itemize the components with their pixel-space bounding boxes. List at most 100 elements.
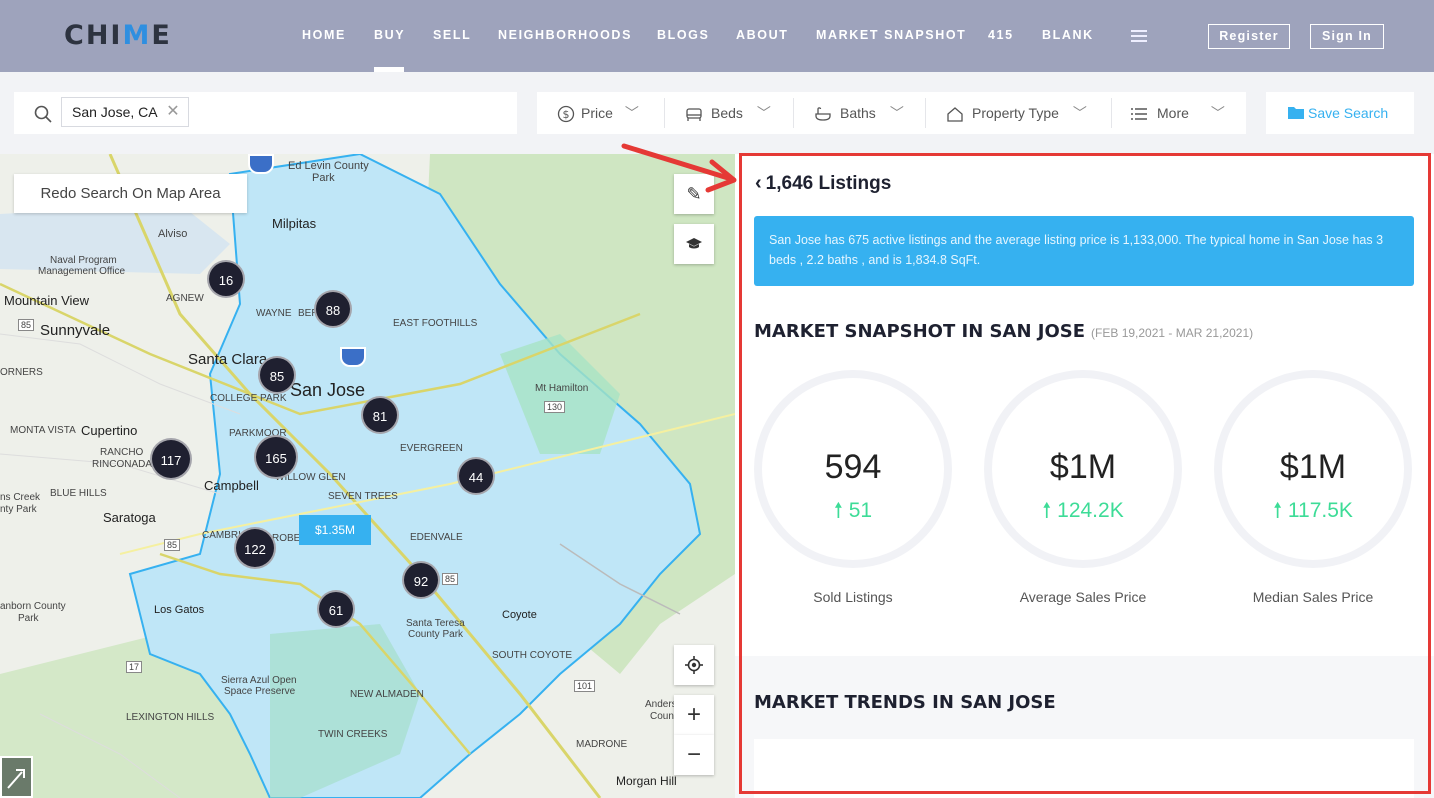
map-label: SEVEN TREES xyxy=(328,491,398,502)
layers-icon[interactable] xyxy=(674,224,714,264)
listing-cluster[interactable]: 81 xyxy=(361,396,399,434)
highway-shield: 85 xyxy=(18,319,35,331)
register-button[interactable]: Register xyxy=(1208,24,1290,49)
home-icon xyxy=(947,107,963,122)
zoom-in-button[interactable]: + xyxy=(674,695,714,735)
location-search-box[interactable]: San Jose, CA ✕ xyxy=(14,92,517,134)
map-label: Campbell xyxy=(204,478,259,493)
nav-neighborhoods[interactable]: NEIGHBORHOODS xyxy=(498,28,632,42)
location-chip[interactable]: San Jose, CA ✕ xyxy=(61,97,189,127)
arrow-up-icon: 🠕 xyxy=(1042,499,1052,522)
market-trends-heading: MARKET TRENDS IN SAN JOSE xyxy=(754,692,1056,713)
listing-panel: ‹ 1,646 Listings San Jose has 675 active … xyxy=(735,154,1434,798)
map-label: Alviso xyxy=(158,228,188,240)
map-label: Saratoga xyxy=(103,510,156,525)
listing-cluster[interactable]: 16 xyxy=(207,260,245,298)
listing-cluster[interactable]: 61 xyxy=(317,590,355,628)
back-to-listings[interactable]: ‹ 1,646 Listings xyxy=(755,172,891,195)
stat-value: 594 xyxy=(824,448,882,486)
map-label: COLLEGE PARK xyxy=(210,393,287,404)
annotation-arrow-icon xyxy=(621,143,737,193)
nav-about[interactable]: ABOUT xyxy=(736,28,788,42)
top-navigation-bar: CHIME HOME BUY SELL NEIGHBORHOODS BLOGS … xyxy=(0,0,1434,72)
map-label: Sunnyvale xyxy=(40,322,111,339)
median-sales-price-stat: $1M 🠕 117.5K xyxy=(1214,370,1412,568)
svg-text:$: $ xyxy=(563,108,570,121)
stat-change: 🠕 124.2K xyxy=(1042,499,1124,522)
baths-filter[interactable]: Baths ﹀ xyxy=(814,92,904,134)
menu-icon[interactable] xyxy=(1131,30,1147,42)
map-background xyxy=(0,154,735,798)
listing-cluster[interactable]: 122 xyxy=(234,527,276,569)
map-label: Sierra Azul Open xyxy=(221,675,297,686)
stat-change: 🠕 51 xyxy=(833,499,873,522)
sign-in-button[interactable]: Sign In xyxy=(1310,24,1384,49)
property-type-filter[interactable]: Property Type ﹀ xyxy=(946,92,1087,134)
map-label: Space Preserve xyxy=(224,686,296,697)
map-label: MONTA VISTA xyxy=(10,425,76,436)
map-label: Management Office xyxy=(38,266,126,277)
locate-icon[interactable] xyxy=(674,645,714,685)
listing-cluster[interactable]: 85 xyxy=(258,356,296,394)
map-label: ORNERS xyxy=(0,367,43,378)
map-label: Naval Program xyxy=(50,255,117,266)
nav-blogs[interactable]: BLOGS xyxy=(657,28,709,42)
nav-market-snapshot[interactable]: MARKET SNAPSHOT xyxy=(816,28,966,42)
map-label: Santa Teresa xyxy=(406,618,465,629)
market-trends-chart-card xyxy=(754,739,1414,798)
nav-home[interactable]: HOME xyxy=(302,28,346,42)
stat-label: Sold Listings xyxy=(813,589,893,605)
close-icon[interactable]: ✕ xyxy=(166,98,179,126)
map-label: Anders xyxy=(645,699,677,710)
listing-cluster[interactable]: 88 xyxy=(314,290,352,328)
listing-cluster[interactable]: 165 xyxy=(254,435,298,479)
price-pin[interactable]: $1.35M xyxy=(299,515,371,545)
listing-cluster[interactable]: 44 xyxy=(457,457,495,495)
price-filter[interactable]: $ Price ﹀ xyxy=(557,92,639,134)
chevron-down-icon: ﹀ xyxy=(756,105,771,121)
zoom-out-button[interactable]: − xyxy=(674,735,714,775)
chevron-down-icon: ﹀ xyxy=(889,105,904,121)
map-label: RINCONADA xyxy=(92,459,153,470)
nav-buy[interactable]: BUY xyxy=(374,28,405,42)
chevron-left-icon: ‹ xyxy=(755,172,762,194)
map-label: EAST FOOTHILLS xyxy=(393,318,478,329)
map-label: Mountain View xyxy=(4,293,90,308)
map-label: Mt Hamilton xyxy=(535,383,589,394)
map-label: ROBE xyxy=(272,533,301,544)
market-info-banner: San Jose has 675 active listings and the… xyxy=(754,216,1414,286)
satellite-view-toggle[interactable] xyxy=(0,756,33,798)
map-label: Los Gatos xyxy=(154,604,205,616)
chime-logo[interactable]: CHIME xyxy=(64,20,172,51)
map-label: LEXINGTON HILLS xyxy=(126,712,215,723)
bed-icon xyxy=(686,108,702,122)
beds-filter[interactable]: Beds ﹀ xyxy=(685,92,771,134)
map-label: RANCHO xyxy=(100,447,144,458)
interstate-shield-icon xyxy=(248,154,274,174)
market-snapshot-heading: MARKET SNAPSHOT IN SAN JOSE (FEB 19,2021 … xyxy=(754,321,1254,342)
listing-cluster[interactable]: 117 xyxy=(150,438,192,480)
nav-415[interactable]: 415 xyxy=(988,28,1014,42)
save-search-button[interactable]: Save Search xyxy=(1266,92,1414,134)
map-label: Morgan Hill xyxy=(616,774,677,788)
listing-cluster[interactable]: 92 xyxy=(402,561,440,599)
map-label: Park xyxy=(312,172,335,184)
folder-icon xyxy=(1288,107,1304,119)
map-label: TWIN CREEKS xyxy=(318,729,388,740)
more-filter[interactable]: More ﹀ xyxy=(1131,92,1225,134)
map-view[interactable]: Ed Levin County Park Milpitas Alviso Nav… xyxy=(0,154,735,798)
average-sales-price-stat: $1M 🠕 124.2K xyxy=(984,370,1182,568)
map-label: anborn County xyxy=(0,601,66,612)
map-label: Park xyxy=(18,613,39,624)
nav-blank[interactable]: BLANK xyxy=(1042,28,1094,42)
redo-search-button[interactable]: Redo Search On Map Area xyxy=(14,174,247,213)
map-label: Ed Levin County xyxy=(288,160,369,172)
nav-sell[interactable]: SELL xyxy=(433,28,471,42)
map-label: EVERGREEN xyxy=(400,443,463,454)
map-label: Coun xyxy=(650,711,674,722)
stat-value: $1M xyxy=(1279,448,1347,486)
sold-listings-stat: 594 🠕 51 xyxy=(754,370,952,568)
interstate-shield-icon xyxy=(340,347,366,367)
filter-group: $ Price ﹀ Beds ﹀ Baths ﹀ Property Type ﹀ More… xyxy=(537,92,1246,134)
bath-icon xyxy=(815,107,831,121)
